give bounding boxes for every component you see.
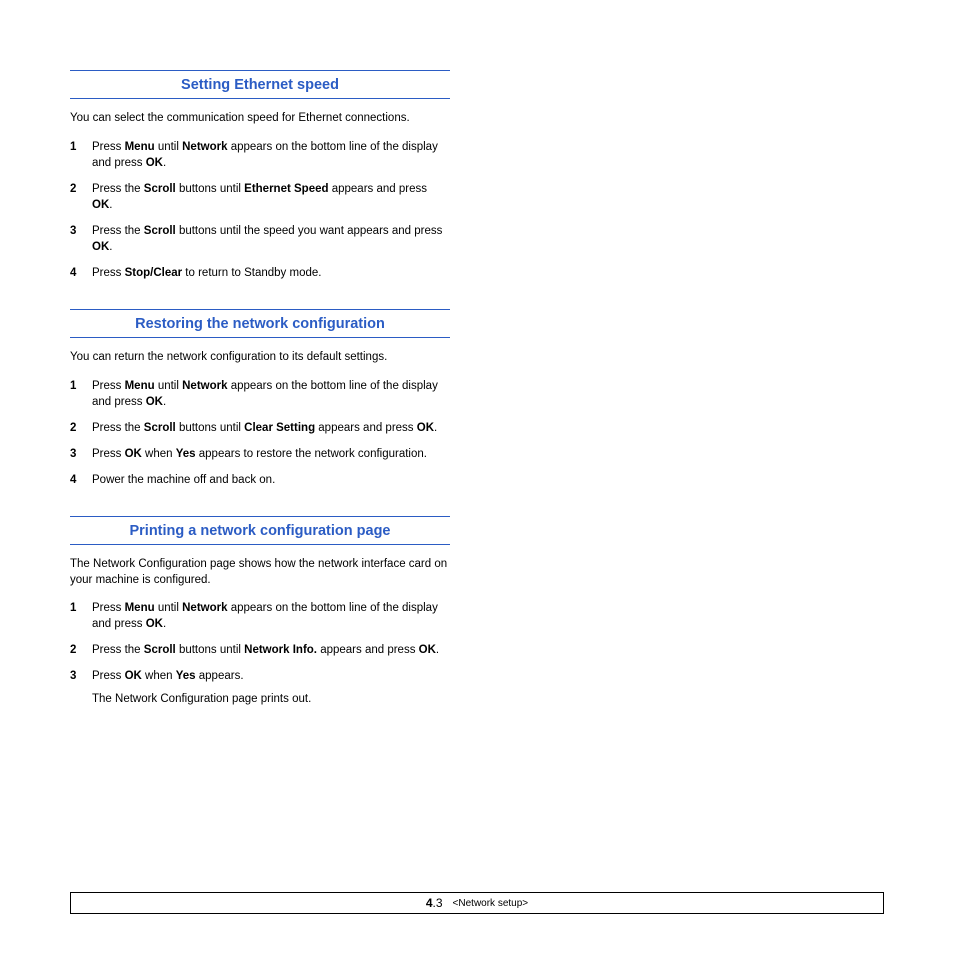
footer-page: .3 [433,896,443,910]
section-intro: You can select the communication speed f… [70,111,450,127]
section: Restoring the network configuration You c… [70,309,450,488]
step-item: Press Menu until Network appears on the … [70,139,450,171]
left-column: Setting Ethernet speed You can select the… [70,70,450,707]
step-list: Press Menu until Network appears on the … [70,600,450,706]
step-item: Press the Scroll buttons until the speed… [70,223,450,255]
step-item: Press Menu until Network appears on the … [70,378,450,410]
footer-label: <Network setup> [453,898,529,909]
section-heading: Restoring the network configuration [70,309,450,338]
page-footer: 4.3 <Network setup> [70,892,884,914]
step-item: Power the machine off and back on. [70,472,450,488]
section-intro: The Network Configuration page shows how… [70,557,450,588]
document-page: Setting Ethernet speed You can select the… [0,0,954,954]
step-item: Press the Scroll buttons until Ethernet … [70,181,450,213]
section-heading: Setting Ethernet speed [70,70,450,99]
section: Setting Ethernet speed You can select the… [70,70,450,281]
step-note: The Network Configuration page prints ou… [92,691,450,707]
step-item: Press Stop/Clear to return to Standby mo… [70,265,450,281]
section: Printing a network configuration page The… [70,516,450,707]
section-heading: Printing a network configuration page [70,516,450,545]
section-intro: You can return the network configuration… [70,350,450,366]
step-list: Press Menu until Network appears on the … [70,139,450,282]
step-item: Press the Scroll buttons until Clear Set… [70,420,450,436]
step-item: Press the Scroll buttons until Network I… [70,642,450,658]
footer-chapter: 4 [426,896,433,910]
step-list: Press Menu until Network appears on the … [70,378,450,488]
step-item: Press OK when Yes appears.The Network Co… [70,668,450,706]
step-item: Press OK when Yes appears to restore the… [70,446,450,462]
step-item: Press Menu until Network appears on the … [70,600,450,632]
